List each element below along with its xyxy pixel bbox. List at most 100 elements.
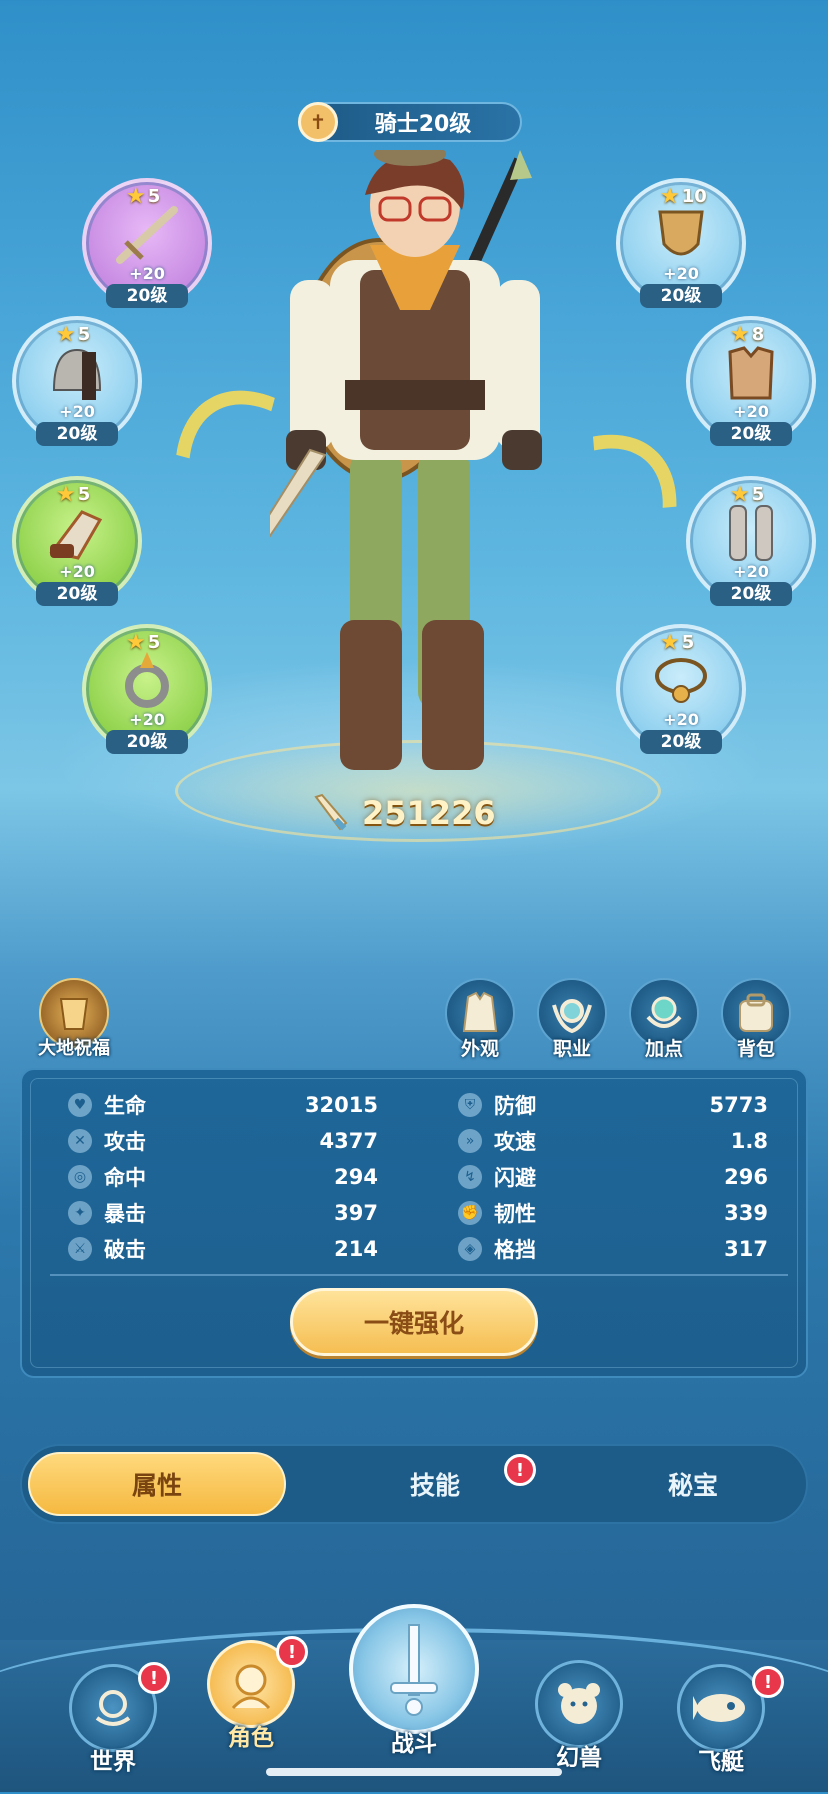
item-level: 20级 xyxy=(710,422,792,446)
target-icon: ◎ xyxy=(68,1165,92,1189)
add-points-button[interactable]: 加点 xyxy=(624,978,704,1068)
helmet-icon xyxy=(52,348,102,400)
equip-slot-gloves[interactable]: ★ 5 +20 20级 xyxy=(12,476,142,606)
class-level-text: 骑士20级 xyxy=(374,112,472,137)
tab-treasure[interactable]: 秘宝 xyxy=(562,1446,824,1522)
job-label: 职业 xyxy=(552,1038,591,1060)
ring-icon xyxy=(125,652,169,708)
dodge-icon: ↯ xyxy=(458,1165,482,1189)
stat-row-crit: ✦ 暴击 397 xyxy=(68,1198,378,1228)
item-level: 20级 xyxy=(106,284,188,308)
airship-alert-badge: ! xyxy=(752,1666,784,1698)
stat-name: 防御 xyxy=(494,1094,536,1118)
shield-icon xyxy=(658,210,704,256)
tab-attributes[interactable]: 属性 xyxy=(28,1452,286,1516)
enhance-level: +20 xyxy=(663,710,699,729)
stat-value: 296 xyxy=(724,1165,768,1189)
class-level-pill[interactable]: ✝ 骑士20级 xyxy=(298,102,522,142)
nav-battle[interactable]: 战斗 xyxy=(344,1604,484,1757)
equip-slot-armor[interactable]: ★ 8 +20 20级 xyxy=(686,316,816,446)
block-icon: ◈ xyxy=(458,1237,482,1261)
enhance-level: +20 xyxy=(59,562,95,581)
swords-icon: ✕ xyxy=(68,1129,92,1153)
appearance-button[interactable]: 外观 xyxy=(440,978,520,1068)
crit-icon: ✦ xyxy=(68,1201,92,1225)
stat-name: 格挡 xyxy=(494,1238,536,1262)
stat-row-toughness: ✊ 韧性 339 xyxy=(458,1198,768,1228)
battle-sword-icon xyxy=(349,1604,479,1734)
earth-blessing-button[interactable]: 大地祝福 xyxy=(34,978,114,1068)
add-points-label: 加点 xyxy=(644,1038,683,1060)
enhance-level: +20 xyxy=(663,264,699,283)
bag-label: 背包 xyxy=(736,1038,775,1060)
stat-value: 317 xyxy=(724,1237,768,1261)
nav-character-label: 角色 xyxy=(228,1725,274,1751)
stat-name: 命中 xyxy=(104,1166,146,1190)
stat-name: 暴击 xyxy=(104,1202,146,1226)
item-level: 20级 xyxy=(36,422,118,446)
equip-slot-weapon[interactable]: ★ 5 +20 20级 xyxy=(82,178,212,308)
stat-value: 5773 xyxy=(709,1093,768,1117)
equip-slot-shield[interactable]: ★ 10 +20 20级 xyxy=(616,178,746,308)
item-level: 20级 xyxy=(640,730,722,754)
stat-value: 4377 xyxy=(319,1129,378,1153)
stat-value: 1.8 xyxy=(730,1129,768,1153)
pet-icon xyxy=(535,1660,623,1748)
equip-slot-ring[interactable]: ★ 5 +20 20级 xyxy=(82,624,212,754)
stat-row-block: ◈ 格挡 317 xyxy=(458,1234,768,1264)
heart-icon: ♥ xyxy=(68,1093,92,1117)
skills-alert-badge: ! xyxy=(504,1454,536,1486)
stats-divider xyxy=(50,1274,788,1276)
stat-value: 32015 xyxy=(304,1093,378,1117)
stat-name: 攻击 xyxy=(104,1130,146,1154)
stat-name: 攻速 xyxy=(494,1130,536,1154)
enhance-level: +20 xyxy=(129,264,165,283)
boots-icon xyxy=(729,505,773,561)
bag-button[interactable]: 背包 xyxy=(716,978,796,1068)
equip-slot-helmet[interactable]: ★ 5 +20 20级 xyxy=(12,316,142,446)
enhance-level: +20 xyxy=(129,710,165,729)
attack-speed-icon: » xyxy=(458,1129,482,1153)
stat-row-hit: ◎ 命中 294 xyxy=(68,1162,378,1192)
toughness-icon: ✊ xyxy=(458,1201,482,1225)
item-level: 20级 xyxy=(710,582,792,606)
nav-airship-label: 飞艇 xyxy=(698,1749,744,1775)
sword-icon xyxy=(116,206,178,264)
earth-blessing-label: 大地祝福 xyxy=(38,1038,110,1059)
one-click-enhance-button[interactable]: 一键强化 xyxy=(290,1288,538,1356)
stat-row-hp: ♥ 生命 32015 xyxy=(68,1090,378,1120)
home-indicator[interactable] xyxy=(266,1768,562,1776)
knight-class-icon: ✝ xyxy=(298,102,338,142)
stat-name: 破击 xyxy=(104,1238,146,1262)
sword-power-icon xyxy=(314,793,348,831)
combat-power-value: 251226 xyxy=(362,794,496,832)
item-level: 20级 xyxy=(36,582,118,606)
equip-slot-necklace[interactable]: ★ 5 +20 20级 xyxy=(616,624,746,754)
appearance-label: 外观 xyxy=(460,1038,499,1060)
stat-row-attack: ✕ 攻击 4377 xyxy=(68,1126,378,1156)
stat-name: 韧性 xyxy=(494,1202,536,1226)
stat-value: 397 xyxy=(334,1201,378,1225)
equip-slot-boots[interactable]: ★ 5 +20 20级 xyxy=(686,476,816,606)
stat-row-defense: ⛨ 防御 5773 xyxy=(458,1090,768,1120)
stat-value: 339 xyxy=(724,1201,768,1225)
knight-character[interactable] xyxy=(270,150,560,790)
necklace-icon xyxy=(655,658,707,703)
detail-tabs: 属性 技能 秘宝 xyxy=(20,1444,808,1524)
character-alert-badge: ! xyxy=(276,1636,308,1668)
break-icon: ⚔ xyxy=(68,1237,92,1261)
enhance-level: +20 xyxy=(733,402,769,421)
job-button[interactable]: 职业 xyxy=(532,978,612,1068)
armor-icon xyxy=(728,346,774,400)
stat-name: 生命 xyxy=(104,1094,146,1118)
stat-name: 闪避 xyxy=(494,1166,536,1190)
nav-pet-label: 幻兽 xyxy=(556,1745,602,1771)
nav-battle-label: 战斗 xyxy=(391,1731,437,1757)
stat-row-break: ⚔ 破击 214 xyxy=(68,1234,378,1264)
world-alert-badge: ! xyxy=(138,1662,170,1694)
stat-value: 214 xyxy=(334,1237,378,1261)
combat-power: 251226 xyxy=(310,788,530,838)
item-level: 20级 xyxy=(106,730,188,754)
defense-icon: ⛨ xyxy=(458,1093,482,1117)
enhance-level: +20 xyxy=(59,402,95,421)
